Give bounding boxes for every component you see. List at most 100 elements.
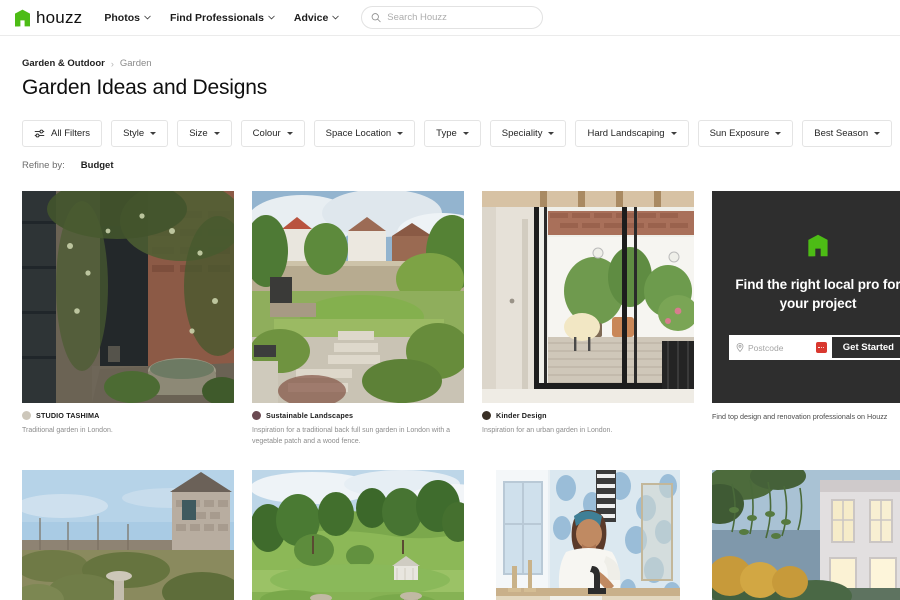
promo-footer-text: Find top design and renovation professio… (712, 412, 888, 421)
photo-thumbnail[interactable] (482, 469, 694, 600)
filter-bar: All Filters Style Size Colour Space Loca… (22, 120, 893, 147)
lastpass-icon[interactable] (815, 342, 827, 354)
filter-label-speciality: Speciality (501, 128, 543, 139)
card-meta: Sustainable Landscapes Inspiration for a… (252, 411, 464, 448)
photo-thumbnail[interactable] (252, 469, 464, 600)
nav-label-photos: Photos (104, 11, 140, 24)
nav-item-advice[interactable]: Advice (293, 11, 340, 24)
search-bar[interactable] (361, 6, 544, 29)
chevron-down-icon (670, 132, 677, 135)
filter-chip-style[interactable]: Style (111, 120, 169, 147)
chevron-down-icon (775, 132, 782, 135)
main-nav: Photos Find Professionals Advice (104, 11, 340, 24)
promo-card: Find the right local pro for your projec… (712, 191, 900, 448)
page-body: Garden & Outdoor › Garden Garden Ideas a… (0, 58, 900, 600)
photo-card: STUDIO TASHIMA Traditional garden in Lon… (22, 191, 234, 448)
photo-thumbnail[interactable] (712, 469, 900, 600)
chevron-down-icon (150, 132, 157, 135)
photo-thumbnail[interactable] (22, 191, 234, 403)
filter-chip-hard-landscaping[interactable]: Hard Landscaping (575, 120, 689, 147)
chevron-down-icon (213, 132, 220, 135)
chevron-down-icon (462, 132, 469, 135)
refine-budget-label: Budget (80, 160, 114, 171)
location-pin-icon (736, 343, 744, 353)
card-description: Inspiration for an urban garden in Londo… (482, 427, 613, 434)
houzz-house-icon (15, 9, 30, 26)
woman-in-kitchen-image (496, 469, 680, 600)
breadcrumb: Garden & Outdoor › Garden (22, 58, 878, 69)
all-filters-label: All Filters (51, 128, 91, 139)
avatar (22, 411, 31, 420)
chevron-down-icon (332, 15, 340, 20)
photo-thumbnail[interactable] (482, 191, 694, 403)
photo-grid-row-1: STUDIO TASHIMA Traditional garden in Lon… (22, 191, 900, 448)
avatar (482, 411, 491, 420)
shaded-courtyard-garden-image (22, 191, 234, 403)
filter-chip-best-season[interactable]: Best Season (802, 120, 893, 147)
filter-chip-sun-exposure[interactable]: Sun Exposure (697, 120, 794, 147)
chevron-down-icon (397, 132, 404, 135)
refine-budget-dropdown[interactable]: Budget (81, 160, 120, 171)
chevron-down-icon (268, 15, 275, 20)
photo-thumbnail[interactable] (22, 469, 234, 600)
rolling-hills-image (252, 469, 464, 600)
refine-bar: Refine by: Budget (22, 160, 878, 171)
filter-chip-type[interactable]: Type (424, 120, 481, 147)
pro-row[interactable]: Kinder Design (482, 411, 694, 420)
filter-chip-speciality[interactable]: Speciality (489, 120, 567, 147)
avatar (252, 411, 261, 420)
breadcrumb-current: Garden (119, 58, 152, 69)
search-input[interactable] (387, 12, 534, 23)
filter-chip-space-location[interactable]: Space Location (313, 120, 416, 147)
nav-label-advice: Advice (293, 11, 329, 24)
card-meta: STUDIO TASHIMA Traditional garden in Lon… (22, 411, 234, 437)
house-facade-at-dusk-image (712, 469, 900, 600)
stone-tower-garden-image (22, 469, 234, 600)
card-description: Traditional garden in London. (22, 427, 113, 434)
nav-item-find-professionals[interactable]: Find Professionals (170, 12, 275, 24)
card-description: Inspiration for a traditional back full … (252, 427, 451, 445)
postcode-input[interactable] (748, 342, 816, 353)
pro-name[interactable]: Kinder Design (496, 411, 547, 420)
photo-card: Kinder Design Inspiration for an urban g… (482, 191, 694, 448)
urban-courtyard-image (482, 191, 694, 403)
card-meta: Kinder Design Inspiration for an urban g… (482, 411, 694, 437)
houzz-house-icon (808, 234, 828, 257)
houzz-logo[interactable]: houzz (14, 8, 82, 28)
pro-name[interactable]: STUDIO TASHIMA (36, 411, 99, 420)
filter-chip-colour[interactable]: Colour (240, 120, 305, 147)
all-filters-button[interactable]: All Filters (22, 120, 103, 147)
site-header: houzz Photos Find Professionals Advice (0, 0, 900, 36)
photo-grid-row-2 (22, 469, 900, 600)
breadcrumb-parent[interactable]: Garden & Outdoor (22, 58, 105, 69)
chevron-down-icon (548, 132, 555, 135)
filter-label-sun-exposure: Sun Exposure (709, 128, 770, 139)
filter-label-colour: Colour (252, 128, 281, 139)
nav-label-find-professionals: Find Professionals (169, 11, 264, 24)
chevron-down-icon (144, 15, 151, 20)
filter-label-style: Style (123, 128, 145, 139)
pro-row[interactable]: Sustainable Landscapes (252, 411, 464, 420)
filter-label-hard-landscaping: Hard Landscaping (587, 128, 665, 139)
search-icon (371, 13, 381, 23)
terraced-back-garden-image (252, 191, 464, 403)
pro-row[interactable]: STUDIO TASHIMA (22, 411, 234, 420)
filter-chip-size[interactable]: Size (177, 120, 232, 147)
sliders-icon (34, 129, 45, 138)
page-title: Garden Ideas and Designs (22, 76, 268, 99)
photo-thumbnail[interactable] (252, 191, 464, 403)
nav-item-photos[interactable]: Photos (104, 12, 151, 24)
refine-by-label: Refine by: (22, 160, 65, 171)
breadcrumb-separator-icon: › (110, 58, 114, 69)
filter-label-size: Size (189, 128, 208, 139)
photo-card: Sustainable Landscapes Inspiration for a… (252, 191, 464, 448)
filter-label-type: Type (436, 128, 457, 139)
pro-name[interactable]: Sustainable Landscapes (266, 411, 353, 420)
logo-wordmark: houzz (36, 7, 83, 27)
chevron-down-icon (286, 132, 293, 135)
get-started-button[interactable]: Get Started (831, 337, 900, 359)
postcode-form: Get Started (729, 335, 900, 361)
chevron-down-icon (874, 132, 881, 135)
postcode-field-wrap[interactable] (731, 337, 816, 358)
filter-label-best-season: Best Season (814, 128, 869, 139)
